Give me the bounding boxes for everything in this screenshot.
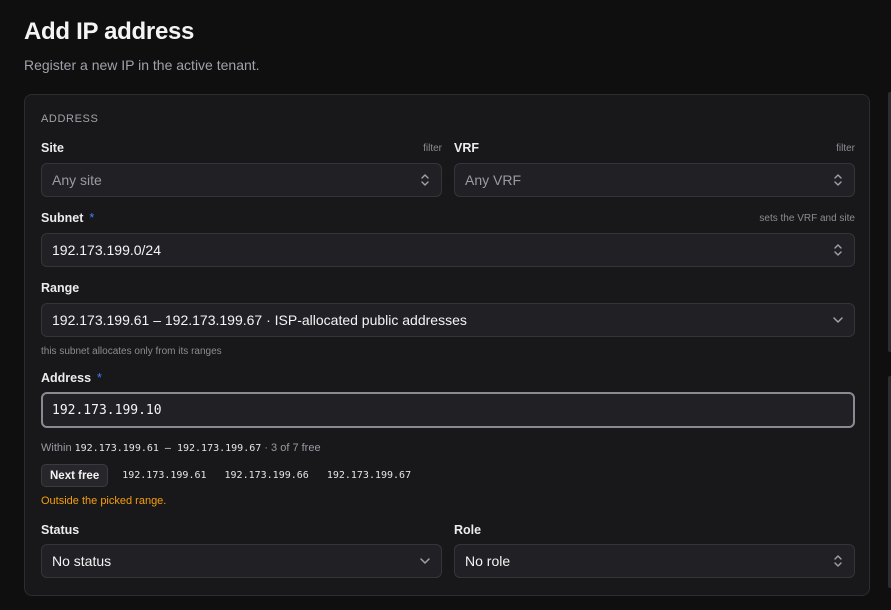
free-count: · 3 of 7 free [264, 442, 321, 454]
address-input[interactable] [41, 392, 855, 428]
subnet-select[interactable]: 192.173.199.0/24 [41, 233, 855, 267]
status-label: Status [41, 523, 80, 537]
vrf-select-value: Any VRF [465, 172, 522, 188]
range-select-value: 192.173.199.61 – 192.173.199.67 · ISP-al… [52, 312, 467, 328]
range-label: Range [41, 281, 80, 295]
within-prefix: Within [41, 442, 72, 454]
role-label: Role [454, 523, 482, 537]
range-select[interactable]: 192.173.199.61 – 192.173.199.67 · ISP-al… [41, 303, 855, 337]
free-ip-suggestion[interactable]: 192.173.199.66 [217, 470, 317, 481]
status-select[interactable]: No status [41, 544, 442, 578]
site-select[interactable]: Any site [41, 163, 442, 197]
subnet-hint: sets the VRF and site [759, 213, 855, 224]
address-card: ADDRESS Site filter Any site VRF filter … [24, 94, 870, 596]
vrf-label: VRF [454, 141, 479, 155]
required-marker: * [97, 371, 102, 385]
site-select-value: Any site [52, 172, 102, 188]
role-select-value: No role [465, 553, 511, 569]
chevron-up-down-icon [834, 174, 842, 186]
chevron-up-down-icon [834, 244, 842, 256]
subnet-select-value: 192.173.199.0/24 [52, 242, 161, 258]
free-ip-suggestion[interactable]: 192.173.199.67 [319, 470, 419, 481]
within-range: 192.173.199.61 – 192.173.199.67 [74, 443, 262, 454]
role-select[interactable]: No role [454, 544, 855, 578]
site-label: Site [41, 141, 64, 155]
page-title: Add IP address [24, 18, 195, 45]
range-availability: Within 192.173.199.61 – 192.173.199.67 ·… [41, 442, 321, 454]
site-filter-hint: filter [423, 143, 442, 154]
subnet-label: Subnet * [41, 211, 95, 225]
vrf-filter-hint: filter [836, 143, 855, 154]
free-ip-suggestion[interactable]: 192.173.199.61 [114, 470, 214, 481]
chevron-up-down-icon [421, 174, 429, 186]
required-marker: * [89, 211, 95, 225]
vrf-select[interactable]: Any VRF [454, 163, 855, 197]
next-free-button[interactable]: Next free [41, 464, 109, 487]
range-help-text: this subnet allocates only from its rang… [41, 346, 222, 357]
chevron-down-icon [833, 317, 843, 323]
range-warning: Outside the picked range. [41, 495, 167, 507]
status-select-value: No status [52, 553, 112, 569]
address-label: Address * [41, 371, 102, 385]
chevron-down-icon [420, 558, 430, 564]
next-free-row: Next free 192.173.199.61 192.173.199.66 … [41, 464, 419, 487]
chevron-up-down-icon [834, 555, 842, 567]
section-label: ADDRESS [41, 113, 99, 125]
page-subtitle: Register a new IP in the active tenant. [24, 57, 260, 73]
